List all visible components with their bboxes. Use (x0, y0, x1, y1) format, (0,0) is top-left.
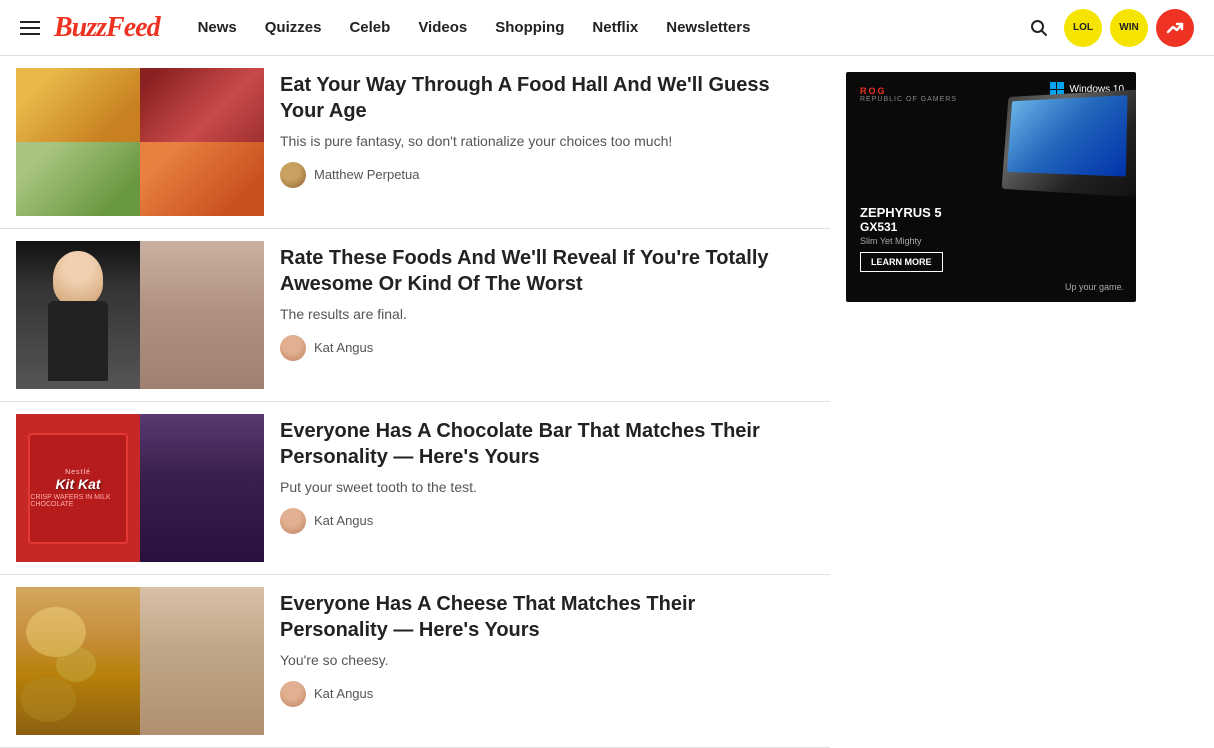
article-desc-food-hall: This is pure fantasy, so don't rationali… (280, 132, 798, 152)
food-image-1 (16, 68, 140, 142)
article-title-rate-foods[interactable]: Rate These Foods And We'll Reveal If You… (280, 245, 798, 297)
nav-item-videos[interactable]: Videos (404, 19, 481, 36)
model-tagline: Slim Yet Mighty (860, 236, 942, 246)
article-title-chocolate[interactable]: Everyone Has A Chocolate Bar That Matche… (280, 418, 798, 470)
rog-full-name: REPUBLIC OF GAMERS (860, 96, 957, 103)
author-name-rate-foods[interactable]: Kat Angus (314, 340, 373, 355)
author-row-food-hall: Matthew Perpetua (280, 162, 798, 188)
learn-more-button[interactable]: LEARN MORE (860, 252, 943, 272)
laptop-graphic (996, 92, 1136, 222)
rate-image-left (16, 241, 140, 389)
author-avatar-matthew (280, 162, 306, 188)
search-button[interactable] (1022, 11, 1056, 45)
article-desc-chocolate: Put your sweet tooth to the test. (280, 478, 798, 498)
nav-item-netflix[interactable]: Netflix (578, 19, 652, 36)
food-image-4 (140, 142, 264, 216)
header: BuzzFeed News Quizzes Celeb Videos Shopp… (0, 0, 1214, 56)
article-desc-cheese: You're so cheesy. (280, 651, 798, 671)
content-area: Eat Your Way Through A Food Hall And We'… (0, 56, 830, 748)
food-image-2 (140, 68, 264, 142)
kitkat-image: Nestlé Kit Kat CRISP WAFERS IN MILK CHOC… (16, 414, 140, 562)
trending-badge[interactable] (1156, 9, 1194, 47)
laptop-screen (1007, 95, 1128, 176)
rog-branding: ROG REPUBLIC OF GAMERS (860, 86, 957, 103)
author-avatar-kat-2 (280, 508, 306, 534)
header-right: LOL WIN (1022, 9, 1194, 47)
article-image-food-hall (16, 68, 264, 216)
kitkat-nestle-text: Nestlé (65, 469, 91, 476)
nav-item-shopping[interactable]: Shopping (481, 19, 578, 36)
kitkat-bar-inner: Nestlé Kit Kat CRISP WAFERS IN MILK CHOC… (28, 433, 127, 544)
article-content-food-hall: Eat Your Way Through A Food Hall And We'… (264, 68, 814, 216)
kitkat-logo-text: Kit Kat (55, 476, 100, 492)
cheese-blob-3 (21, 677, 76, 722)
article-content-rate-foods: Rate These Foods And We'll Reveal If You… (264, 241, 814, 389)
author-name-cheese[interactable]: Kat Angus (314, 686, 373, 701)
sidebar: Windows 10 ROG REPUBLIC OF GAMERS ZEPHYR… (830, 56, 1214, 748)
cheese-image-left (16, 587, 140, 735)
nav-item-quizzes[interactable]: Quizzes (251, 19, 336, 36)
win-badge[interactable]: WIN (1110, 9, 1148, 47)
nav-item-celeb[interactable]: Celeb (335, 19, 404, 36)
rog-logo-text: ROG (860, 86, 957, 96)
kitkat-person-image (140, 414, 264, 562)
author-row-cheese: Kat Angus (280, 681, 798, 707)
article-card-cheese[interactable]: Everyone Has A Cheese That Matches Their… (0, 575, 830, 748)
article-title-food-hall[interactable]: Eat Your Way Through A Food Hall And We'… (280, 72, 798, 124)
article-image-chocolate: Nestlé Kit Kat CRISP WAFERS IN MILK CHOC… (16, 414, 264, 562)
author-name-food-hall[interactable]: Matthew Perpetua (314, 167, 420, 182)
article-desc-rate-foods: The results are final. (280, 305, 798, 325)
author-row-chocolate: Kat Angus (280, 508, 798, 534)
article-title-cheese[interactable]: Everyone Has A Cheese That Matches Their… (280, 591, 798, 643)
laptop-body (1002, 89, 1136, 197)
author-row-rate-foods: Kat Angus (280, 335, 798, 361)
main-container: Eat Your Way Through A Food Hall And We'… (0, 56, 1214, 748)
article-card-food-hall[interactable]: Eat Your Way Through A Food Hall And We'… (0, 56, 830, 229)
rate-image-right (140, 241, 264, 389)
buzzfeed-logo[interactable]: BuzzFeed (54, 12, 160, 44)
advertisement[interactable]: Windows 10 ROG REPUBLIC OF GAMERS ZEPHYR… (846, 72, 1136, 302)
article-card-chocolate[interactable]: Nestlé Kit Kat CRISP WAFERS IN MILK CHOC… (0, 402, 830, 575)
kitkat-wafer-text: CRISP WAFERS IN MILK CHOCOLATE (30, 494, 125, 508)
article-card-rate-foods[interactable]: Rate These Foods And We'll Reveal If You… (0, 229, 830, 402)
model-name: ZEPHYRUS 5 (860, 205, 942, 220)
author-avatar-kat-3 (280, 681, 306, 707)
article-content-cheese: Everyone Has A Cheese That Matches Their… (264, 587, 814, 735)
author-avatar-kat-1 (280, 335, 306, 361)
ad-attribution: Up your game. (1065, 282, 1124, 292)
model-number: GX531 (860, 220, 942, 234)
article-image-cheese (16, 587, 264, 735)
author-name-chocolate[interactable]: Kat Angus (314, 513, 373, 528)
nav-item-news[interactable]: News (184, 19, 251, 36)
main-nav: News Quizzes Celeb Videos Shopping Netfl… (184, 19, 765, 36)
hamburger-menu[interactable] (20, 21, 40, 35)
article-content-chocolate: Everyone Has A Chocolate Bar That Matche… (264, 414, 814, 562)
cheese-blob-2 (56, 647, 96, 682)
cheese-image-right (140, 587, 264, 735)
nav-item-newsletters[interactable]: Newsletters (652, 19, 764, 36)
model-info: ZEPHYRUS 5 GX531 Slim Yet Mighty (860, 205, 942, 246)
food-image-3 (16, 142, 140, 216)
article-image-rate-foods (16, 241, 264, 389)
lol-badge[interactable]: LOL (1064, 9, 1102, 47)
